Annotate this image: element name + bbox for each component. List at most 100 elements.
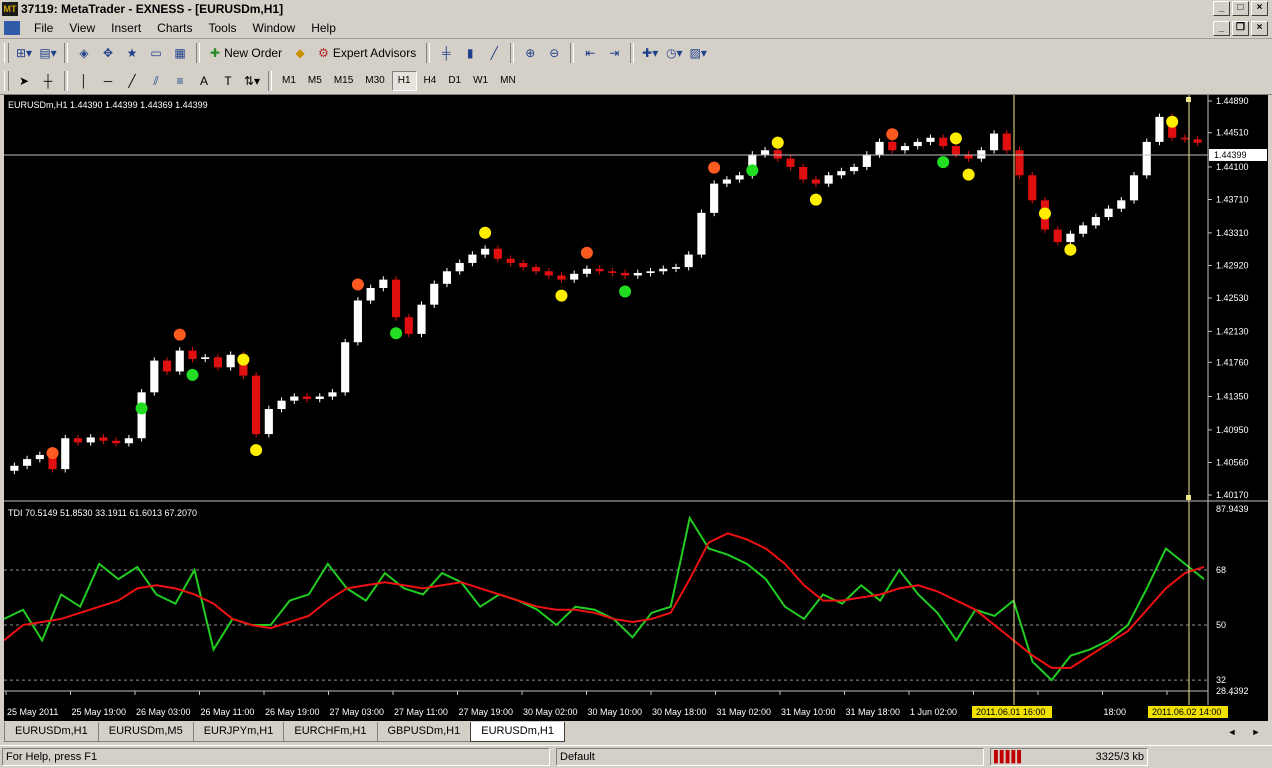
candle-body [290,396,299,401]
menu-charts[interactable]: Charts [149,21,200,35]
candle-body [850,166,859,172]
price-chart[interactable]: EURUSDm,H1 1.44390 1.44399 1.44369 1.443… [3,95,1268,721]
cursor-handle-bottom[interactable] [1186,495,1191,500]
line-chart-icon[interactable]: ╱ [484,43,504,63]
trendline-icon[interactable]: ╱ [122,71,142,91]
time-tick-label: 27 May 11:00 [394,707,448,717]
signal-dot [46,447,59,460]
indicator-tick-label: 28.4392 [1216,686,1249,696]
chart-tabs: EURUSDm,H1 EURUSDm,M5 EURJPYm,H1 EURCHFm… [4,722,1268,742]
expert-advisors-button[interactable]: ⚙ Expert Advisors [314,43,420,63]
signal-dot [937,156,950,169]
indicator-scale: 87.9439 68 50 3228.4392 [1216,504,1249,696]
menu-help[interactable]: Help [303,21,344,35]
tab-chart[interactable]: EURUSDm,M5 [97,722,194,742]
candle-body [188,350,197,359]
candlestick-icon[interactable]: ▮ [460,43,480,63]
maximize-button[interactable]: □ [1232,1,1249,16]
favorites-icon[interactable]: ★ [122,43,142,63]
candle-body [659,268,668,272]
timeframe-w1[interactable]: W1 [468,72,493,90]
indicator-tick-label: 32 [1216,675,1226,685]
menu-view[interactable]: View [61,21,103,35]
candle-body [582,268,591,274]
new-chart-icon[interactable]: ⊞▾ [14,43,34,63]
connection-bars-icon: ▌▌▌▌▌ [994,751,1025,763]
vertical-line-icon[interactable]: │ [74,71,94,91]
tab-chart-active[interactable]: EURUSDm,H1 [470,722,565,742]
price-tick-label: 1.42130 [1216,326,1249,336]
tdi-series-line [3,532,1205,669]
arrows-icon[interactable]: ⇅▾ [242,71,262,91]
timeframe-mn[interactable]: MN [495,72,521,90]
tab-chart[interactable]: GBPUSDm,H1 [376,722,472,742]
tab-scroll-left-icon[interactable]: ◄ [1222,722,1242,742]
menu-file[interactable]: File [26,21,61,35]
strategy-tester-icon[interactable]: ▦ [170,43,190,63]
candle-body [264,409,273,435]
indicators-icon[interactable]: ✚▾ [640,43,660,63]
new-order-button[interactable]: ✚ New Order [206,43,286,63]
terminal-icon[interactable]: ▭ [146,43,166,63]
candle-body [353,300,362,343]
minimize-button[interactable]: _ [1213,1,1230,16]
price-tick-label: 1.43710 [1216,195,1249,205]
menu-window[interactable]: Window [245,21,304,35]
channel-icon[interactable]: ⫽ [146,71,166,91]
crosshair-icon[interactable]: ┼ [38,71,58,91]
navigator-icon[interactable]: ✥ [98,43,118,63]
bar-chart-icon[interactable]: ╪ [436,43,456,63]
time-tick-label: 30 May 18:00 [652,707,707,717]
close-button[interactable]: × [1251,1,1268,16]
time-tick-label: 26 May 11:00 [201,707,255,717]
timeframe-m30[interactable]: M30 [360,72,389,90]
signal-dot [186,368,199,381]
periods-icon[interactable]: ◷▾ [664,43,684,63]
signal-dot [708,161,721,174]
price-tick-label: 1.41350 [1216,392,1249,402]
profiles-icon[interactable]: ▤▾ [38,43,58,63]
fibonacci-icon[interactable]: ≡ [170,71,190,91]
tab-chart[interactable]: EURJPYm,H1 [192,722,285,742]
chart-shift-icon[interactable]: ⇥ [604,43,624,63]
metaeditor-icon[interactable]: ◆ [290,43,310,63]
chart-window[interactable]: EURUSDm,H1 1.44390 1.44399 1.44369 1.443… [3,95,1268,721]
autoscroll-icon[interactable]: ⇤ [580,43,600,63]
mdi-restore-button[interactable]: ❐ [1232,21,1249,36]
mdi-minimize-button[interactable]: _ [1213,21,1230,36]
signal-dot [173,328,186,341]
text-icon[interactable]: A [194,71,214,91]
indicator-tick-label: 68 [1216,565,1226,575]
time-tick-label: 31 May 18:00 [846,707,901,717]
zoom-out-icon[interactable]: ⊖ [544,43,564,63]
cursor-handle-top[interactable] [1186,97,1191,102]
text-label-icon[interactable]: T [218,71,238,91]
tab-chart[interactable]: EURCHFm,H1 [283,722,378,742]
horizontal-line-icon[interactable]: ─ [98,71,118,91]
candle-body [213,357,223,368]
tab-scroll-right-icon[interactable]: ► [1246,722,1266,742]
timeframe-m1[interactable]: M1 [277,72,301,90]
market-watch-icon[interactable]: ◈ [74,43,94,63]
candle-body [1091,217,1100,226]
price-tick-label: 1.44890 [1216,96,1249,106]
timeframe-h1[interactable]: H1 [391,71,417,91]
candle-body [201,357,210,359]
templates-icon[interactable]: ▨▾ [688,43,708,63]
timeframe-d1[interactable]: D1 [443,72,466,90]
menu-tools[interactable]: Tools [201,21,245,35]
mdi-close-button[interactable]: × [1251,21,1268,36]
menu-insert[interactable]: Insert [103,21,149,35]
signal-dot [771,136,784,149]
candle-body [455,262,464,272]
signal-dot [390,327,403,340]
candle-body [811,179,821,184]
candle-body [417,304,426,334]
timeframe-m5[interactable]: M5 [303,72,327,90]
timeframe-m15[interactable]: M15 [329,72,358,90]
zoom-in-icon[interactable]: ⊕ [520,43,540,63]
timeframe-h4[interactable]: H4 [419,72,442,90]
standard-toolbar: ⊞▾ ▤▾ ◈ ✥ ★ ▭ ▦ ✚ New Order ◆ ⚙ Expert Adv… [0,40,1272,66]
cursor-icon[interactable]: ➤ [14,71,34,91]
tab-chart[interactable]: EURUSDm,H1 [4,722,99,742]
